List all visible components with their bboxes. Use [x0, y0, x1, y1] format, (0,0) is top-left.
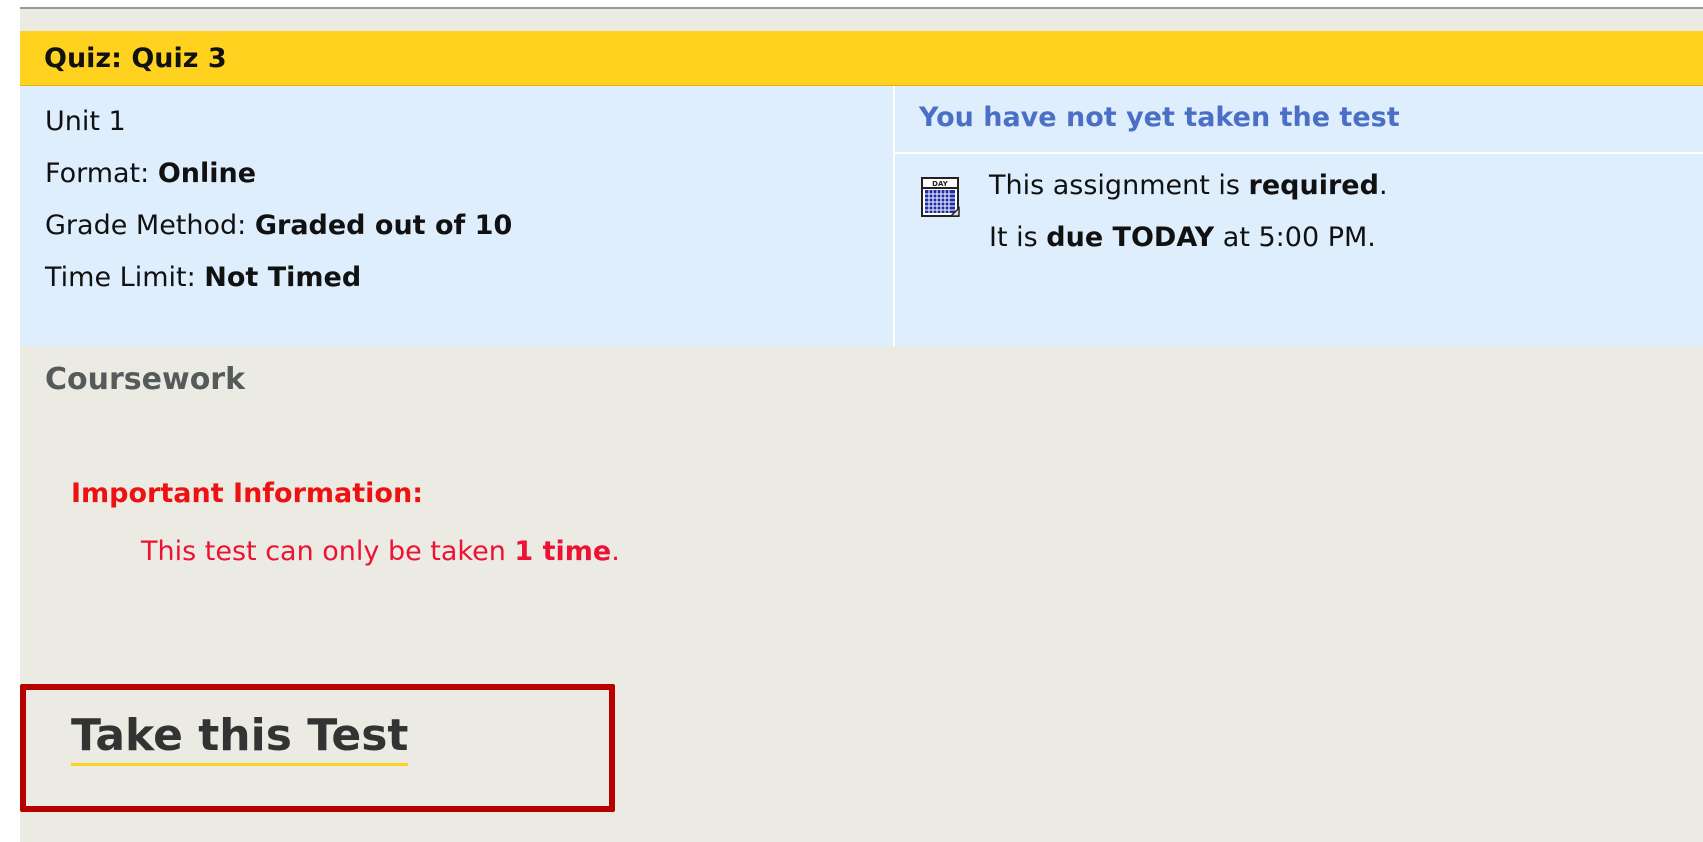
attempt-suffix: .: [611, 536, 620, 567]
time-limit-label: Time Limit:: [45, 262, 205, 293]
quiz-header-bar: Quiz: Quiz 3: [20, 31, 1703, 86]
test-status: You have not yet taken the test DAY This…: [895, 86, 1703, 346]
take-test-link[interactable]: Take this Test: [71, 709, 409, 766]
quiz-page: Quiz: Quiz 3 Unit 1 Format: Online Grade…: [20, 9, 1703, 842]
required-notice: This assignment is required.: [989, 170, 1388, 201]
required-prefix: This assignment is: [989, 170, 1249, 201]
due-value: due TODAY: [1046, 222, 1215, 253]
coursework-heading: Coursework: [45, 362, 246, 397]
attempt-prefix: This test can only be taken: [141, 536, 515, 567]
format-row: Format: Online: [45, 158, 256, 189]
important-info-label: Important Information:: [71, 478, 423, 509]
format-label: Format:: [45, 158, 158, 189]
quiz-details: Unit 1 Format: Online Grade Method: Grad…: [20, 86, 893, 346]
attempt-count: 1 time: [514, 536, 612, 567]
unit-text: Unit 1: [45, 106, 126, 137]
time-limit-value: Not Timed: [204, 262, 362, 293]
required-suffix: .: [1378, 170, 1388, 201]
screenshot-canvas: Quiz: Quiz 3 Unit 1 Format: Online Grade…: [0, 0, 1703, 842]
grade-method-label: Grade Method:: [45, 210, 255, 241]
due-notice: It is due TODAY at 5:00 PM.: [989, 222, 1376, 253]
required-value: required: [1248, 170, 1379, 201]
svg-text:DAY: DAY: [932, 180, 949, 188]
quiz-title: Quiz: Quiz 3: [44, 43, 227, 74]
attempt-limit-notice: This test can only be taken 1 time.: [141, 536, 620, 567]
grade-method-row: Grade Method: Graded out of 10: [45, 210, 512, 241]
due-prefix: It is: [989, 222, 1047, 253]
status-divider: [895, 152, 1703, 154]
due-suffix: at 5:00 PM.: [1214, 222, 1376, 253]
quiz-info-panel: Unit 1 Format: Online Grade Method: Grad…: [20, 86, 1703, 346]
test-status-text: You have not yet taken the test: [919, 102, 1400, 133]
calendar-day-icon: DAY: [921, 177, 960, 217]
grade-method-value: Graded out of 10: [254, 210, 513, 241]
time-limit-row: Time Limit: Not Timed: [45, 262, 361, 293]
format-value: Online: [157, 158, 257, 189]
